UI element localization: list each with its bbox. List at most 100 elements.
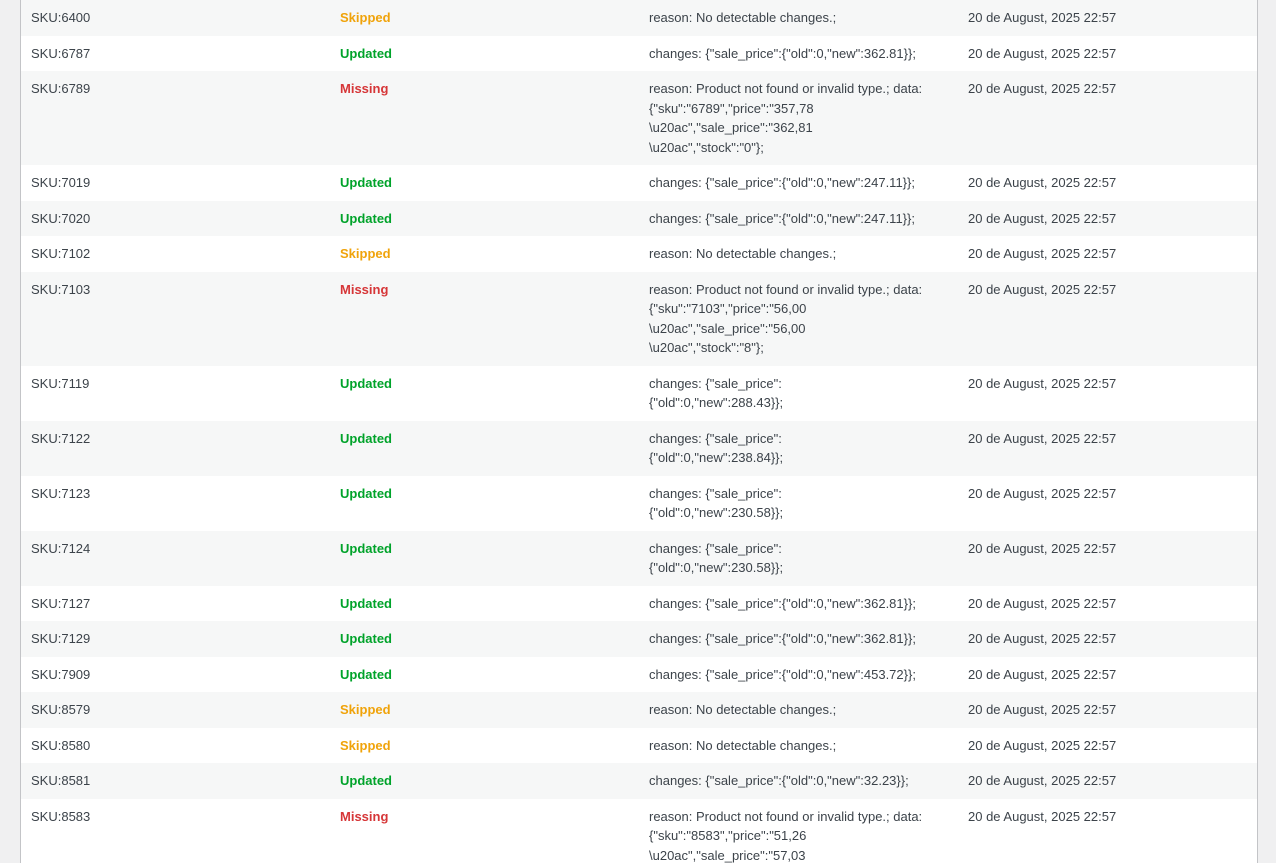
status-badge: Updated bbox=[340, 210, 392, 226]
date-cell: 20 de August, 2025 22:57 bbox=[968, 430, 1117, 446]
sku-cell: SKU:7020 bbox=[31, 210, 91, 226]
details-cell: changes: {"sale_price":{"old":0,"new":32… bbox=[639, 763, 958, 799]
details-cell: changes: {"sale_price":{"old":0,"new":36… bbox=[639, 36, 958, 72]
status-cell: Updated bbox=[330, 621, 639, 657]
date-cell: 20 de August, 2025 22:57 bbox=[968, 10, 1117, 25]
sync-log-table-body: SKU:6400 Skipped reason: No detectable cha… bbox=[21, 0, 1257, 863]
status-cell: Updated bbox=[330, 165, 639, 201]
details-cell: changes: {"sale_price": {"old":0,"new":2… bbox=[649, 430, 784, 466]
date-cell: 20 de August, 2025 22:57 bbox=[968, 485, 1117, 501]
details-cell: changes: {"sale_price":{"old":0,"new":24… bbox=[639, 165, 958, 201]
details-cell: changes: {"sale_price":{"old":0,"new":36… bbox=[649, 595, 916, 611]
status-badge: Updated bbox=[340, 45, 392, 61]
sku-cell: SKU:8580 bbox=[21, 728, 330, 764]
sku-cell: SKU:7909 bbox=[21, 657, 330, 693]
status-cell: Updated bbox=[330, 36, 639, 72]
date-cell: 20 de August, 2025 22:57 bbox=[958, 476, 1257, 531]
table-row: SKU:8580 Skipped reason: No detectable cha… bbox=[21, 727, 1257, 764]
details-cell: changes: {"sale_price": {"old":0,"new":2… bbox=[649, 540, 784, 576]
status-cell: Updated bbox=[330, 366, 639, 421]
table-row: SKU:8579 Skipped reason: No detectable cha… bbox=[21, 692, 1257, 728]
sku-cell: SKU:7129 bbox=[31, 631, 91, 646]
table-row: SKU:7127 Updated changes: {"sale_price":{"… bbox=[21, 585, 1257, 622]
status-badge: Updated bbox=[340, 666, 392, 682]
date-cell: 20 de August, 2025 22:57 bbox=[968, 246, 1117, 261]
date-cell: 20 de August, 2025 22:57 bbox=[958, 165, 1257, 201]
date-cell: 20 de August, 2025 22:57 bbox=[968, 81, 1117, 96]
details-cell: reason: Product not found or invalid typ… bbox=[649, 81, 923, 155]
sku-cell: SKU:7102 bbox=[31, 246, 91, 261]
table-row: SKU:7102 Skipped reason: No detectable cha… bbox=[21, 236, 1257, 272]
sku-cell: SKU:6789 bbox=[31, 81, 91, 96]
status-cell: Missing bbox=[330, 71, 639, 165]
status-cell: Skipped bbox=[330, 0, 639, 36]
date-cell: 20 de August, 2025 22:57 bbox=[968, 281, 1117, 297]
status-badge: Skipped bbox=[340, 702, 391, 717]
sync-log-table-container: SKU:6400 Skipped reason: No detectable cha… bbox=[20, 0, 1258, 863]
details-cell: reason: No detectable changes.; bbox=[639, 692, 958, 728]
sku-cell: SKU:7122 bbox=[21, 421, 330, 476]
table-row: SKU:6789 Missing reason: Product not found… bbox=[21, 71, 1257, 165]
status-badge: Missing bbox=[340, 808, 389, 824]
sku-cell: SKU:7123 bbox=[21, 476, 330, 531]
sku-cell: SKU:7020 bbox=[21, 201, 330, 237]
details-cell: reason: Product not found or invalid typ… bbox=[649, 281, 923, 356]
table-row: SKU:6400 Skipped reason: No detectable cha… bbox=[21, 0, 1257, 36]
date-cell: 20 de August, 2025 22:57 bbox=[958, 531, 1257, 586]
sku-cell: SKU:7102 bbox=[21, 236, 330, 272]
details-cell: reason: Product not found or invalid typ… bbox=[639, 272, 958, 366]
sku-cell: SKU:8581 bbox=[31, 773, 91, 788]
date-cell: 20 de August, 2025 22:57 bbox=[958, 421, 1257, 476]
status-cell: Skipped bbox=[330, 728, 639, 764]
sku-cell: SKU:7129 bbox=[21, 621, 330, 657]
date-cell: 20 de August, 2025 22:57 bbox=[968, 375, 1117, 391]
table-row: SKU:7119 Updated changes: {"sale_price": {… bbox=[21, 365, 1257, 421]
sync-log-table: SKU:6400 Skipped reason: No detectable cha… bbox=[21, 0, 1257, 863]
sku-cell: SKU:6787 bbox=[31, 45, 91, 61]
sku-cell: SKU:8583 bbox=[21, 799, 330, 863]
table-row: SKU:7123 Updated changes: {"sale_price": {… bbox=[21, 475, 1257, 531]
date-cell: 20 de August, 2025 22:57 bbox=[958, 728, 1257, 764]
sku-cell: SKU:6787 bbox=[21, 36, 330, 72]
status-cell: Missing bbox=[330, 272, 639, 366]
details-cell: reason: No detectable changes.; bbox=[649, 737, 837, 753]
date-cell: 20 de August, 2025 22:57 bbox=[968, 666, 1117, 682]
table-row: SKU:7122 Updated changes: {"sale_price": {… bbox=[21, 420, 1257, 476]
date-cell: 20 de August, 2025 22:57 bbox=[968, 737, 1117, 753]
status-cell: Updated bbox=[330, 586, 639, 622]
date-cell: 20 de August, 2025 22:57 bbox=[958, 799, 1257, 863]
date-cell: 20 de August, 2025 22:57 bbox=[968, 702, 1117, 717]
date-cell: 20 de August, 2025 22:57 bbox=[968, 773, 1117, 788]
details-cell: changes: {"sale_price":{"old":0,"new":36… bbox=[649, 631, 916, 646]
date-cell: 20 de August, 2025 22:57 bbox=[958, 71, 1257, 165]
status-badge: Skipped bbox=[340, 10, 391, 25]
sku-cell: SKU:7119 bbox=[21, 366, 330, 421]
details-cell: changes: {"sale_price": {"old":0,"new":2… bbox=[639, 531, 958, 586]
status-cell: Missing bbox=[330, 799, 639, 863]
date-cell: 20 de August, 2025 22:57 bbox=[958, 657, 1257, 693]
status-badge: Updated bbox=[340, 175, 392, 190]
status-badge: Updated bbox=[340, 540, 392, 556]
sku-cell: SKU:7127 bbox=[31, 595, 91, 611]
status-badge: Skipped bbox=[340, 246, 391, 261]
sku-cell: SKU:7124 bbox=[21, 531, 330, 586]
details-cell: reason: No detectable changes.; bbox=[639, 236, 958, 272]
date-cell: 20 de August, 2025 22:57 bbox=[958, 36, 1257, 72]
sku-cell: SKU:6400 bbox=[21, 0, 330, 36]
status-badge: Updated bbox=[340, 430, 392, 446]
status-cell: Updated bbox=[330, 476, 639, 531]
table-row: SKU:7129 Updated changes: {"sale_price":{"… bbox=[21, 621, 1257, 657]
details-cell: changes: {"sale_price":{"old":0,"new":45… bbox=[649, 666, 916, 682]
details-cell: reason: Product not found or invalid typ… bbox=[649, 808, 923, 863]
sku-cell: SKU:7909 bbox=[31, 666, 91, 682]
status-cell: Skipped bbox=[330, 236, 639, 272]
details-cell: changes: {"sale_price":{"old":0,"new":24… bbox=[649, 175, 915, 190]
table-row: SKU:7020 Updated changes: {"sale_price":{"… bbox=[21, 200, 1257, 237]
sku-cell: SKU:6400 bbox=[31, 10, 91, 25]
date-cell: 20 de August, 2025 22:57 bbox=[968, 175, 1117, 190]
table-row: SKU:7909 Updated changes: {"sale_price":{"… bbox=[21, 656, 1257, 693]
details-cell: changes: {"sale_price":{"old":0,"new":36… bbox=[639, 586, 958, 622]
sku-cell: SKU:7019 bbox=[21, 165, 330, 201]
date-cell: 20 de August, 2025 22:57 bbox=[958, 586, 1257, 622]
status-badge: Missing bbox=[340, 81, 389, 96]
